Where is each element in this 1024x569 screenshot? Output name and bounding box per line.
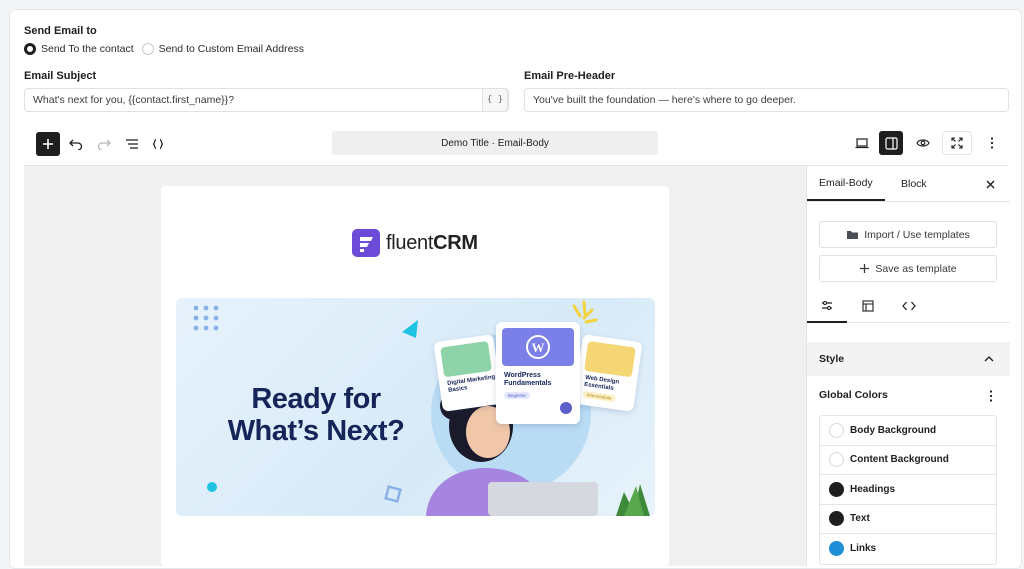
- fullscreen-button[interactable]: [942, 131, 972, 155]
- more-vertical-icon: [990, 137, 994, 149]
- panel-subtabs: [807, 289, 1010, 323]
- folder-icon: [847, 231, 859, 239]
- chart-icon: [440, 340, 492, 378]
- global-colors-options-button[interactable]: [985, 390, 997, 402]
- color-row-text[interactable]: Text: [820, 505, 996, 534]
- fluentcrm-logo: fluentCRM: [352, 229, 478, 257]
- import-templates-button[interactable]: Import / Use templates: [819, 221, 997, 248]
- more-vertical-icon: [989, 390, 993, 402]
- course-card-marketing-title: Digital Marketing Basics: [446, 374, 496, 394]
- undo-button[interactable]: [64, 132, 88, 156]
- save-template-button[interactable]: Save as template: [819, 255, 997, 282]
- list-view-button[interactable]: [120, 132, 144, 156]
- desktop-preview-button[interactable]: [850, 131, 874, 155]
- brush-icon: [584, 340, 636, 378]
- tab-style-settings[interactable]: [807, 289, 847, 323]
- course-card-wordpress: W WordPress Fundamentals Beginner: [496, 322, 580, 424]
- preview-button[interactable]: [911, 131, 935, 155]
- color-swatch[interactable]: [829, 541, 844, 557]
- radio-selected-icon[interactable]: [24, 43, 36, 55]
- radio-unselected-icon[interactable]: [141, 43, 154, 55]
- more-options-button[interactable]: [980, 131, 1004, 155]
- plus-icon: [860, 264, 870, 273]
- desktop-preview-icon: [855, 137, 869, 148]
- tab-layout-settings[interactable]: [848, 289, 888, 323]
- color-name: Body Background: [850, 424, 937, 436]
- hero-banner-image[interactable]: Ready for What’s Next? Digital Marketing…: [176, 298, 655, 516]
- send-email-to-heading: Send Email to: [24, 25, 97, 37]
- course-card-wordpress-tag: Beginner: [504, 392, 531, 399]
- email-subject-label: Email Subject: [24, 70, 97, 82]
- import-templates-label: Import / Use templates: [864, 228, 970, 241]
- color-name: Text: [850, 513, 870, 525]
- color-swatch[interactable]: [829, 422, 844, 438]
- send-to-custom-label: Send to Custom Email Address: [158, 43, 304, 55]
- arrow-right-icon: [560, 402, 572, 414]
- course-card-wordpress-title: WordPress Fundamentals: [504, 372, 552, 388]
- undo-icon: [69, 139, 83, 150]
- tab-email-body[interactable]: Email-Body: [807, 166, 885, 201]
- color-swatch[interactable]: [829, 481, 844, 497]
- editor-toolbar: Demo Title · Email-Body: [24, 128, 1009, 166]
- redo-button[interactable]: [92, 132, 116, 156]
- color-row-links[interactable]: Links: [820, 534, 996, 564]
- code-editor-button[interactable]: [146, 132, 170, 156]
- email-preheader-label: Email Pre-Header: [524, 70, 616, 82]
- email-subject-value: What's next for you, {{contact.first_nam…: [33, 94, 235, 106]
- course-card-webdesign: Web Design Essentials Intermediate: [573, 334, 643, 412]
- code-icon: [902, 301, 916, 311]
- merge-tag-button[interactable]: { }: [482, 88, 508, 112]
- sliders-icon: [822, 300, 832, 310]
- send-to-custom-option[interactable]: Send to Custom Email Address: [141, 43, 304, 55]
- redo-icon: [97, 139, 111, 150]
- global-colors-list: Body Background Content Background Headi…: [819, 415, 997, 565]
- campaign-editor: Send Email to Send To the contact Send t…: [9, 9, 1022, 569]
- tab-code-settings[interactable]: [889, 289, 929, 323]
- color-row-headings[interactable]: Headings: [820, 475, 996, 505]
- close-icon: [986, 180, 994, 188]
- add-block-button[interactable]: [36, 132, 60, 156]
- svg-text:W: W: [532, 340, 545, 355]
- color-swatch[interactable]: [829, 511, 844, 527]
- send-to-contact-label: Send To the contact: [41, 43, 134, 55]
- wordpress-logo-icon: W: [502, 328, 574, 366]
- editor-canvas: fluentCRM Ready for What’s Next? Digital…: [24, 166, 806, 566]
- color-swatch[interactable]: [829, 452, 844, 468]
- chevron-up-icon: [984, 356, 994, 362]
- document-title-bar[interactable]: Demo Title · Email-Body: [332, 131, 658, 155]
- tab-block[interactable]: Block: [889, 166, 939, 201]
- plus-icon: [43, 139, 53, 149]
- color-name: Headings: [850, 483, 896, 495]
- email-subject-input[interactable]: What's next for you, {{contact.first_nam…: [24, 88, 509, 112]
- layout-icon: [862, 300, 874, 312]
- email-preheader-input[interactable]: You've built the foundation — here's whe…: [524, 88, 1009, 112]
- hero-headline: Ready for What’s Next?: [227, 383, 405, 448]
- color-row-content-background[interactable]: Content Background: [820, 446, 996, 475]
- sidebar-toggle-icon: [884, 136, 898, 150]
- eye-icon: [916, 139, 930, 147]
- list-view-icon: [126, 139, 138, 149]
- settings-panel: Email-Body Block Import / Use templates …: [806, 166, 1010, 566]
- global-colors-label: Global Colors: [819, 389, 888, 401]
- fluentcrm-logo-icon: [352, 229, 380, 257]
- style-section-label: Style: [819, 353, 845, 365]
- fluentcrm-logo-text: fluentCRM: [386, 231, 478, 254]
- send-to-contact-option[interactable]: Send To the contact: [24, 43, 134, 55]
- email-body-preview[interactable]: fluentCRM Ready for What’s Next? Digital…: [161, 186, 669, 566]
- code-braces-icon: [152, 138, 164, 150]
- fullscreen-icon: [951, 137, 963, 149]
- color-name: Content Background: [850, 454, 949, 466]
- course-card-marketing: Digital Marketing Basics: [433, 334, 503, 412]
- settings-sidebar-toggle[interactable]: [879, 131, 903, 155]
- style-section-header[interactable]: Style: [807, 342, 1010, 376]
- close-panel-button[interactable]: [983, 177, 997, 191]
- save-template-label: Save as template: [875, 262, 957, 275]
- color-row-body-background[interactable]: Body Background: [820, 416, 996, 446]
- send-to-radio-group: Send To the contact Send to Custom Email…: [24, 43, 312, 55]
- email-preheader-value: You've built the foundation — here's whe…: [533, 94, 796, 106]
